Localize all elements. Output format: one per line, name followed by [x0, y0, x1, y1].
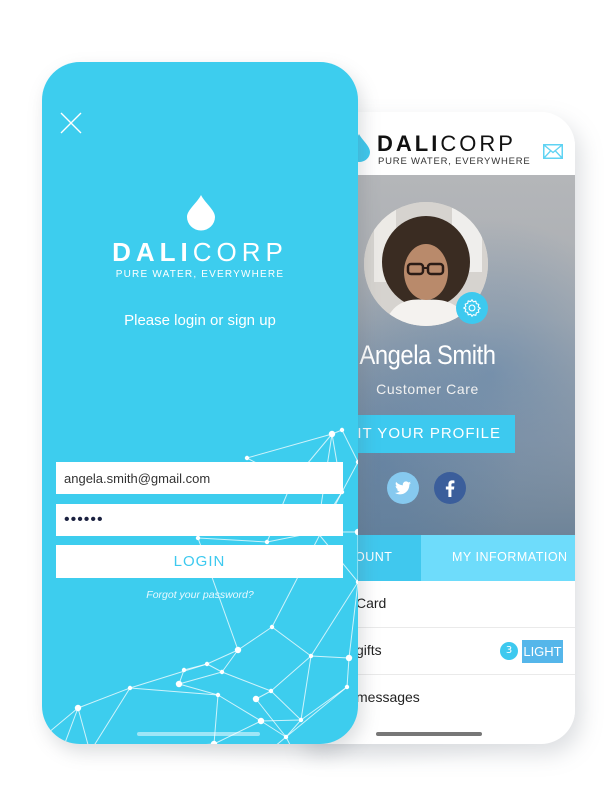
network-node — [204, 661, 210, 667]
list-item-label: gifts — [356, 642, 382, 658]
twitter-icon — [395, 481, 411, 495]
facebook-icon — [445, 479, 455, 497]
network-line — [129, 663, 208, 689]
home-indicator — [376, 732, 482, 736]
brand-logo: DALICORP — [112, 237, 288, 267]
network-node — [328, 430, 336, 438]
network-line — [270, 690, 302, 721]
network-node — [355, 459, 358, 465]
close-icon[interactable] — [60, 112, 82, 134]
login-button[interactable]: LOGIN — [56, 545, 343, 578]
network-line — [77, 687, 131, 709]
network-line — [260, 719, 302, 722]
network-line — [271, 626, 312, 657]
network-node — [234, 646, 242, 654]
email-field[interactable] — [56, 462, 343, 494]
network-node — [264, 539, 270, 545]
tab-my-information-label: MY INFORMATION — [452, 550, 568, 564]
password-field[interactable] — [56, 504, 343, 536]
forgot-password-link[interactable]: Forgot your password? — [42, 589, 358, 601]
network-node — [344, 684, 350, 690]
tab-my-information[interactable]: MY INFORMATION — [421, 535, 575, 581]
network-line — [341, 461, 358, 493]
network-line — [310, 655, 350, 659]
network-node — [283, 734, 289, 740]
network-line — [341, 429, 358, 463]
network-node — [175, 680, 183, 688]
gear-icon — [463, 299, 481, 317]
network-line — [285, 736, 291, 744]
network-node — [195, 535, 201, 541]
brand-logo: DALICORP — [377, 131, 516, 156]
twitter-button[interactable] — [387, 472, 419, 504]
network-pattern — [42, 427, 358, 744]
network-line — [213, 694, 219, 744]
network-line — [300, 655, 312, 721]
network-node — [127, 685, 133, 691]
network-node — [298, 717, 304, 723]
network-node — [219, 669, 225, 675]
login-prompt: Please login or sign up — [124, 312, 276, 329]
login-phone: DALICORP PURE WATER, EVERYWHERE Please l… — [42, 62, 358, 744]
status-tag: LIGHT — [522, 640, 563, 663]
count-badge: 3 — [500, 642, 518, 660]
network-node — [252, 695, 260, 703]
network-line — [77, 707, 89, 744]
brand-tagline: PURE WATER, EVERYWHERE — [115, 269, 285, 280]
mail-icon[interactable] — [543, 144, 563, 159]
settings-button[interactable] — [456, 292, 488, 324]
network-node — [339, 427, 345, 433]
network-line — [260, 720, 287, 738]
network-node — [181, 667, 187, 673]
network-line — [237, 626, 273, 651]
list-item-label: Card — [356, 595, 387, 611]
network-line — [346, 657, 350, 688]
network-line — [276, 736, 287, 744]
network-line — [285, 686, 348, 738]
network-node — [257, 717, 265, 725]
network-line — [197, 537, 268, 543]
network-node — [244, 455, 250, 461]
network-node — [74, 704, 82, 712]
network-node — [308, 653, 314, 659]
network-line — [206, 663, 223, 673]
network-node — [345, 654, 353, 662]
network-line — [42, 737, 46, 744]
network-line — [221, 671, 272, 692]
network-node — [269, 624, 275, 630]
water-drop-icon — [187, 195, 215, 231]
network-node — [268, 688, 274, 694]
network-line — [64, 707, 79, 744]
brand-tagline: PURE WATER, EVERYWHERE — [378, 156, 531, 167]
facebook-button[interactable] — [434, 472, 466, 504]
network-node — [215, 692, 221, 698]
network-node — [210, 740, 218, 744]
network-line — [94, 687, 131, 744]
network-node — [354, 528, 358, 536]
network-line — [270, 655, 312, 692]
network-line — [178, 671, 223, 685]
home-indicator — [137, 732, 260, 736]
network-line — [300, 686, 348, 721]
network-line — [246, 433, 333, 459]
tab-account-label: OUNT — [355, 550, 393, 564]
list-item-label: messages — [356, 689, 420, 705]
network-line — [285, 719, 302, 738]
